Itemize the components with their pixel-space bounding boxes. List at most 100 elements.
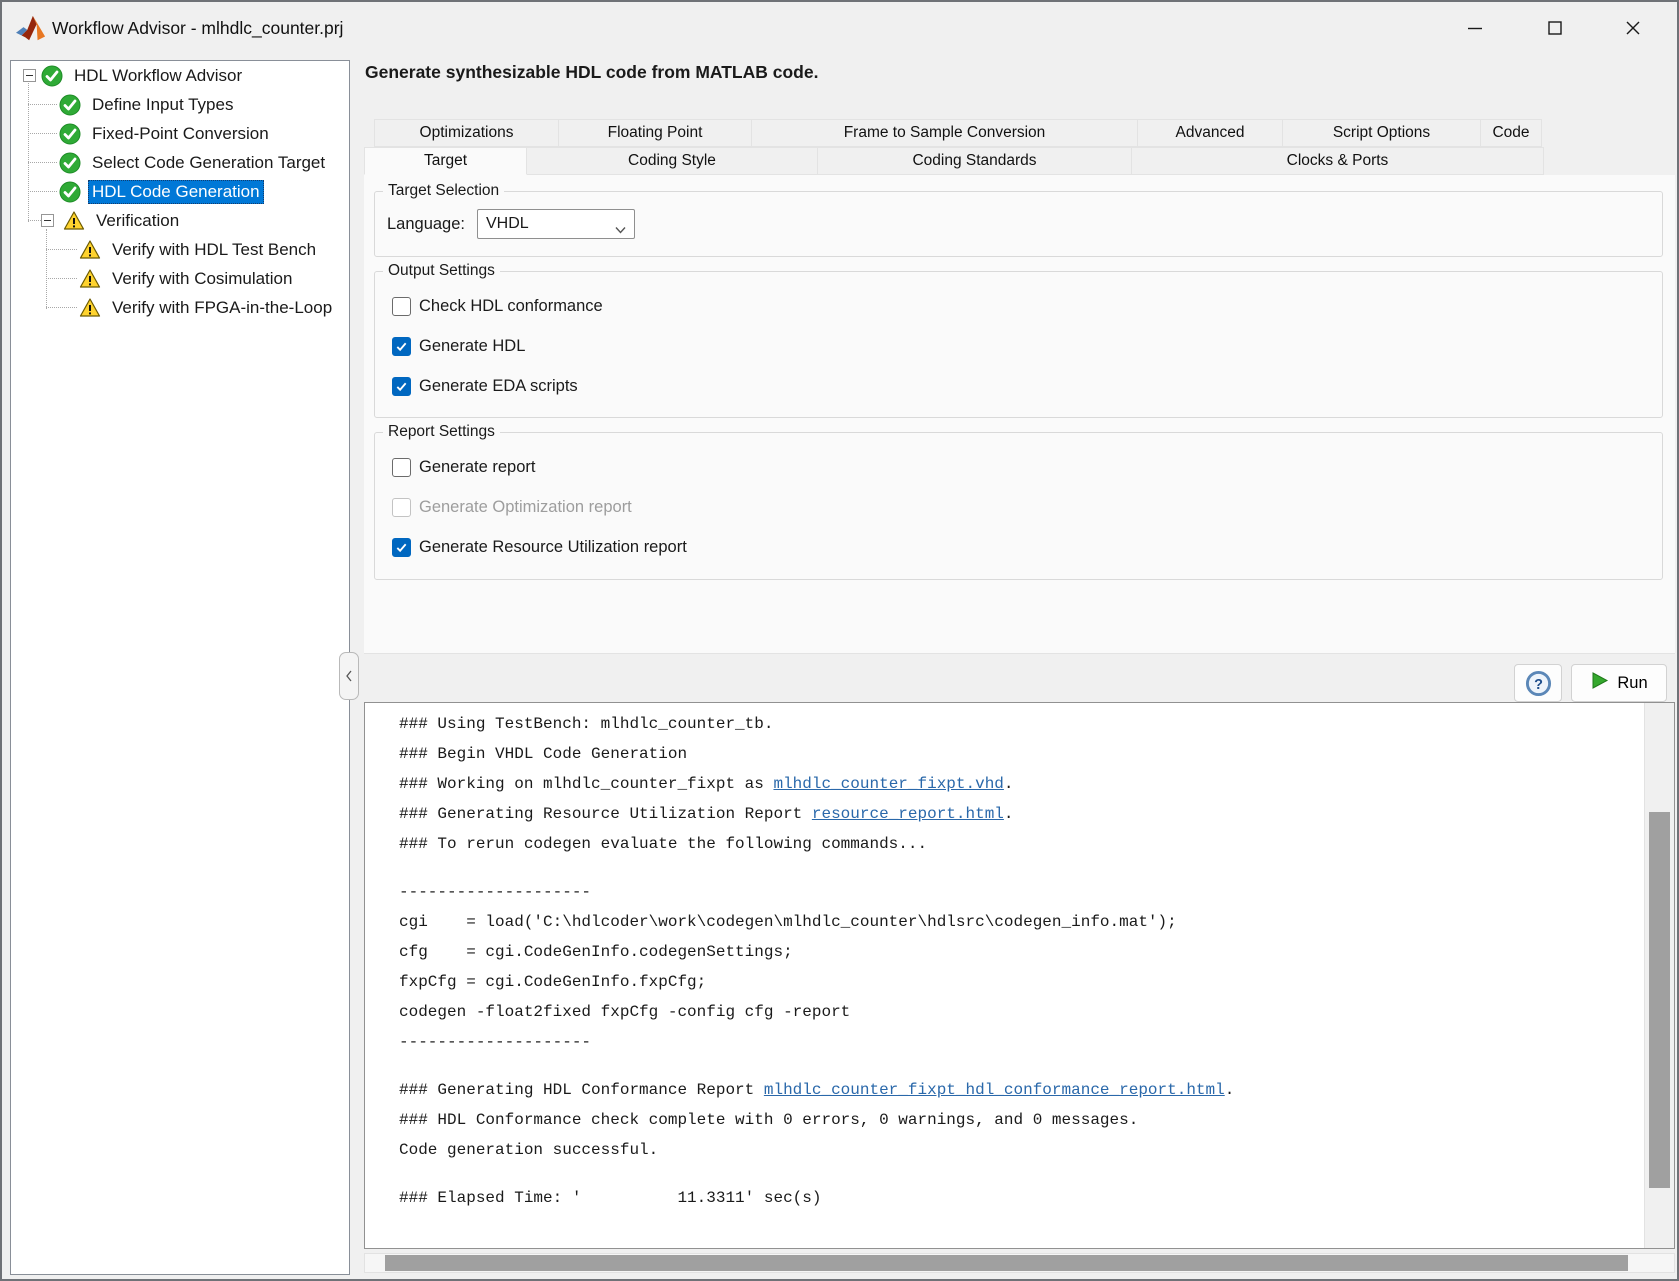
- log-text: ### Using TestBench: mlhdlc_counter_tb. #…: [365, 703, 1644, 1248]
- log-text-segment: ### HDL Conformance check complete with …: [399, 1111, 1138, 1129]
- task-description: Generate synthesizable HDL code from MAT…: [365, 62, 818, 83]
- log-line: ### Elapsed Time: ' 11.3311' sec(s): [399, 1183, 1644, 1213]
- help-button[interactable]: ?: [1514, 664, 1562, 702]
- log-text-segment: .: [1004, 775, 1014, 793]
- svg-text:?: ?: [1534, 676, 1543, 692]
- tab-script-options[interactable]: Script Options: [1282, 119, 1481, 147]
- passed-check-icon: [59, 94, 81, 116]
- tree-item-verify-with-hdl-test-bench[interactable]: Verify with HDL Test Bench: [11, 235, 349, 264]
- tab-optimizations[interactable]: Optimizations: [374, 119, 559, 147]
- group-legend: Report Settings: [383, 423, 500, 441]
- horizontal-scrollbar[interactable]: [364, 1253, 1675, 1273]
- tree-item-select-code-generation-target[interactable]: Select Code Generation Target: [11, 148, 349, 177]
- tree-item-verify-with-cosimulation[interactable]: Verify with Cosimulation: [11, 264, 349, 293]
- option-generate-eda-scripts[interactable]: Generate EDA scripts: [392, 366, 1652, 406]
- tab-coding-standards[interactable]: Coding Standards: [817, 147, 1132, 175]
- tab-advanced[interactable]: Advanced: [1137, 119, 1283, 147]
- log-text-segment: .: [1225, 1081, 1235, 1099]
- tree-item-verification[interactable]: Verification: [11, 206, 349, 235]
- log-text-segment: ### Elapsed Time: ' 11.3311' sec(s): [399, 1189, 821, 1207]
- log-line: cfg = cgi.CodeGenInfo.codegenSettings;: [399, 937, 1644, 967]
- tree-item-verify-with-fpga-in-the-loop[interactable]: Verify with FPGA-in-the-Loop: [11, 293, 349, 322]
- tree-item-hdl-workflow-advisor[interactable]: HDL Workflow Advisor: [11, 61, 349, 90]
- option-check-hdl-conformance[interactable]: Check HDL conformance: [392, 286, 1652, 326]
- log-blank-line: [399, 859, 1644, 877]
- warning-icon: [79, 268, 101, 290]
- log-text-segment: cfg = cgi.CodeGenInfo.codegenSettings;: [399, 943, 793, 961]
- log-text-segment: ### Working on mlhdlc_counter_fixpt as: [399, 775, 773, 793]
- tree-item-define-input-types[interactable]: Define Input Types: [11, 90, 349, 119]
- tab-frame-to-sample-conversion[interactable]: Frame to Sample Conversion: [751, 119, 1138, 147]
- log-text-segment: cgi = load('C:\hdlcoder\work\codegen\mlh…: [399, 913, 1177, 931]
- horizontal-scrollbar-thumb[interactable]: [385, 1255, 1629, 1271]
- log-line: ### Generating HDL Conformance Report ml…: [399, 1075, 1644, 1105]
- tab-target[interactable]: Target: [364, 147, 527, 175]
- warning-icon: [63, 210, 85, 232]
- target-selection-group: Target Selection Language: VHDL: [374, 191, 1663, 257]
- checkbox-generate-report[interactable]: [392, 458, 411, 477]
- vertical-scrollbar-thumb[interactable]: [1649, 812, 1670, 1188]
- warning-icon: [79, 239, 101, 261]
- log-text-segment: ### Using TestBench: mlhdlc_counter_tb.: [399, 715, 773, 733]
- checkbox-generate-eda-scripts[interactable]: [392, 377, 411, 396]
- log-line: ### To rerun codegen evaluate the follow…: [399, 829, 1644, 859]
- console-link-resource-report-html[interactable]: resource_report.html: [812, 805, 1004, 823]
- passed-check-icon: [59, 152, 81, 174]
- tab-row-top: OptimizationsFloating PointFrame to Samp…: [374, 119, 1547, 147]
- tree-collapse-icon[interactable]: [41, 214, 54, 227]
- checkbox-check-hdl-conformance[interactable]: [392, 297, 411, 316]
- language-value: VHDL: [486, 215, 529, 233]
- panel-collapse-handle[interactable]: [339, 652, 359, 700]
- log-text-segment: --------------------: [399, 883, 591, 901]
- checkbox-label: Generate report: [419, 458, 535, 477]
- option-generate-resource-utilization-report[interactable]: Generate Resource Utilization report: [392, 527, 1652, 567]
- tab-clocks-ports[interactable]: Clocks & Ports: [1131, 147, 1544, 175]
- vertical-scrollbar[interactable]: [1644, 703, 1674, 1248]
- checkbox-generate-resource-utilization-report[interactable]: [392, 538, 411, 557]
- close-button[interactable]: [1608, 8, 1658, 48]
- tab-code[interactable]: Code: [1480, 119, 1542, 147]
- run-button[interactable]: Run: [1571, 664, 1667, 702]
- log-line: ### Working on mlhdlc_counter_fixpt as m…: [399, 769, 1644, 799]
- workflow-tree-panel: HDL Workflow AdvisorDefine Input Types Fi…: [10, 60, 350, 1275]
- maximize-button[interactable]: [1530, 8, 1580, 48]
- checkbox-label: Generate Resource Utilization report: [419, 538, 687, 557]
- log-line: cgi = load('C:\hdlcoder\work\codegen\mlh…: [399, 907, 1644, 937]
- option-generate-report[interactable]: Generate report: [392, 447, 1652, 487]
- tree-item-hdl-code-generation[interactable]: HDL Code Generation: [11, 177, 349, 206]
- chevron-down-icon: [615, 221, 626, 239]
- tree-item-label: Verify with Cosimulation: [108, 267, 296, 291]
- option-generate-optimization-report: Generate Optimization report: [392, 487, 1652, 527]
- tree-item-label: Fixed-Point Conversion: [88, 122, 273, 146]
- passed-check-icon: [41, 65, 63, 87]
- log-line: ### HDL Conformance check complete with …: [399, 1105, 1644, 1135]
- console-link-mlhdlc-counter-fixpt-vhd[interactable]: mlhdlc_counter_fixpt.vhd: [773, 775, 1003, 793]
- option-generate-hdl[interactable]: Generate HDL: [392, 326, 1652, 366]
- checkbox-label: Check HDL conformance: [419, 297, 603, 316]
- run-icon: [1590, 671, 1609, 695]
- tree-collapse-icon[interactable]: [23, 69, 36, 82]
- tree-item-label: Select Code Generation Target: [88, 151, 329, 175]
- target-settings-pane: Target Selection Language: VHDL Output S…: [364, 175, 1675, 654]
- log-text-segment: .: [1004, 805, 1014, 823]
- window-title: Workflow Advisor - mlhdlc_counter.prj: [52, 2, 343, 54]
- title-bar: Workflow Advisor - mlhdlc_counter.prj: [2, 2, 1677, 54]
- checkbox-label: Generate EDA scripts: [419, 377, 578, 396]
- console-link-mlhdlc-counter-fixpt-hdl-conformance-report-html[interactable]: mlhdlc_counter_fixpt_hdl_conformance_rep…: [764, 1081, 1225, 1099]
- workflow-advisor-window: Workflow Advisor - mlhdlc_counter.prj HD…: [0, 0, 1679, 1281]
- log-line: codegen -float2fixed fxpCfg -config cfg …: [399, 997, 1644, 1027]
- language-select[interactable]: VHDL: [477, 209, 635, 239]
- log-line: --------------------: [399, 877, 1644, 907]
- matlab-logo-icon: [16, 14, 46, 42]
- minimize-button[interactable]: [1450, 8, 1500, 48]
- tree-item-fixed-point-conversion[interactable]: Fixed-Point Conversion: [11, 119, 349, 148]
- settings-tabstrip: OptimizationsFloating PointFrame to Samp…: [364, 119, 1547, 175]
- checkbox-generate-hdl[interactable]: [392, 337, 411, 356]
- tab-coding-style[interactable]: Coding Style: [526, 147, 818, 175]
- log-line: ### Begin VHDL Code Generation: [399, 739, 1644, 769]
- tree-item-label: Verify with FPGA-in-the-Loop: [108, 296, 336, 320]
- log-text-segment: --------------------: [399, 1033, 591, 1051]
- tab-floating-point[interactable]: Floating Point: [558, 119, 752, 147]
- language-label: Language:: [387, 215, 465, 234]
- log-blank-line: [399, 1165, 1644, 1183]
